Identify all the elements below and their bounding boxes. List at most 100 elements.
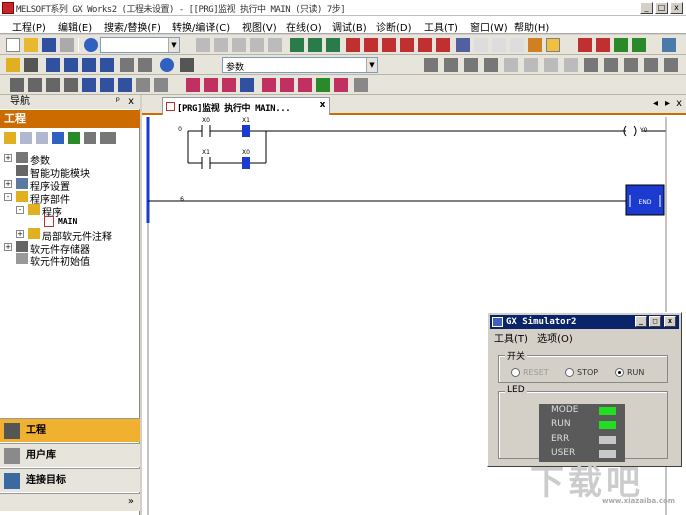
pulse-icon[interactable]	[222, 78, 236, 92]
edge-icon[interactable]	[280, 78, 294, 92]
modify-value-icon[interactable]	[418, 38, 432, 52]
device-test-icon[interactable]	[400, 38, 414, 52]
scroll-right-icon[interactable]: ▸	[665, 98, 670, 109]
verify-plc-icon[interactable]	[326, 38, 340, 52]
maximize-button[interactable]: □	[655, 2, 668, 14]
ladder-symbol-5-icon[interactable]	[504, 58, 518, 72]
ladder-symbol-4-icon[interactable]	[484, 58, 498, 72]
help-icon[interactable]	[84, 38, 98, 52]
menu-convert-compile[interactable]: 转换/编译(C)	[172, 19, 230, 34]
expander-icon[interactable]: +	[16, 230, 24, 238]
radio-button-selected[interactable]	[615, 368, 624, 377]
view-menu-icon[interactable]	[100, 132, 116, 144]
redo-icon[interactable]	[268, 38, 282, 52]
menu-window[interactable]: 窗口(W)	[470, 19, 508, 34]
nav-button-connection[interactable]: 连接目标	[0, 468, 140, 492]
toolbar-combo-2[interactable]: 参数 ▼	[222, 57, 378, 73]
coil-icon[interactable]	[82, 78, 96, 92]
expander-icon[interactable]: -	[4, 193, 12, 201]
chevron-double-right-icon[interactable]: »	[128, 496, 134, 507]
tab-prg-main[interactable]: [PRG]监视 执行中 MAIN... x	[162, 97, 330, 115]
line-icon[interactable]	[118, 78, 132, 92]
expander-icon[interactable]: +	[4, 243, 12, 251]
monitor-stop-icon[interactable]	[364, 38, 378, 52]
contact-nc-icon[interactable]	[28, 78, 42, 92]
vline-icon[interactable]	[136, 78, 150, 92]
note-icon[interactable]	[354, 78, 368, 92]
operation-result-icon[interactable]	[240, 78, 254, 92]
invert-icon[interactable]	[262, 78, 276, 92]
close-button[interactable]: x	[670, 2, 683, 14]
close-button[interactable]: x	[664, 316, 676, 327]
menu-project[interactable]: 工程(P)	[12, 19, 46, 34]
paste-icon[interactable]	[232, 38, 246, 52]
menu-edit[interactable]: 编辑(E)	[58, 19, 92, 34]
program-icon[interactable]	[6, 58, 20, 72]
radio-run[interactable]: RUN	[615, 368, 644, 377]
chevron-down-icon[interactable]: ▼	[366, 58, 377, 72]
edge-2-icon[interactable]	[298, 78, 312, 92]
instruction-icon[interactable]	[100, 78, 114, 92]
menu-view[interactable]: 视图(V)	[242, 19, 277, 34]
new-item-icon[interactable]	[4, 132, 16, 144]
undo-icon[interactable]	[250, 38, 264, 52]
monitor-start-icon[interactable]	[346, 38, 360, 52]
property-icon[interactable]	[52, 132, 64, 144]
scroll-left-icon[interactable]: ◂	[653, 98, 658, 109]
ladder-symbol-12-icon[interactable]	[644, 58, 658, 72]
sim-stop-icon[interactable]	[578, 38, 592, 52]
close-icon[interactable]: x	[320, 100, 326, 110]
watch-icon[interactable]	[436, 38, 450, 52]
paste-item-icon[interactable]	[36, 132, 48, 144]
radio-stop[interactable]: STOP	[565, 368, 598, 377]
ladder-symbol-7-icon[interactable]	[544, 58, 558, 72]
chevron-down-icon[interactable]: ▼	[168, 38, 179, 52]
close-all-icon[interactable]: x	[676, 98, 682, 109]
read-plc-icon[interactable]	[308, 38, 322, 52]
parallel-nc-icon[interactable]	[64, 78, 78, 92]
ladder-symbol-6-icon[interactable]	[524, 58, 538, 72]
dev-icon-2[interactable]	[82, 58, 96, 72]
list-icon[interactable]	[24, 58, 38, 72]
ladder-symbol-8-icon[interactable]	[564, 58, 578, 72]
statement-icon[interactable]	[334, 78, 348, 92]
nav-button-project[interactable]: 工程	[0, 418, 140, 442]
sim-warning-icon[interactable]	[614, 38, 628, 52]
chart-icon[interactable]	[662, 38, 676, 52]
sim-menu-options[interactable]: 选项(O)	[537, 334, 573, 345]
library-icon[interactable]	[180, 58, 194, 72]
dev-icon-1[interactable]	[64, 58, 78, 72]
copy-icon[interactable]	[214, 38, 228, 52]
menu-tools[interactable]: 工具(T)	[424, 19, 458, 34]
sim-run-icon[interactable]	[596, 38, 610, 52]
minimize-button[interactable]: _	[640, 2, 653, 14]
ladder-symbol-13-icon[interactable]	[664, 58, 678, 72]
sequence-icon[interactable]	[528, 38, 542, 52]
print-icon[interactable]	[60, 38, 74, 52]
replace-icon[interactable]	[138, 58, 152, 72]
menu-online[interactable]: 在线(O)	[286, 19, 322, 34]
rising-edge-icon[interactable]	[186, 78, 200, 92]
open-icon[interactable]	[24, 38, 38, 52]
step-icon[interactable]	[456, 38, 470, 52]
radio-button[interactable]	[565, 368, 574, 377]
save-icon[interactable]	[42, 38, 56, 52]
ladder-symbol-3-icon[interactable]	[464, 58, 478, 72]
pin-icon[interactable]: ᵖ	[116, 95, 120, 109]
simulation-icon[interactable]	[546, 38, 560, 52]
dev-icon-3[interactable]	[100, 58, 114, 72]
parallel-no-icon[interactable]	[46, 78, 60, 92]
block-icon[interactable]	[46, 58, 60, 72]
copy-item-icon[interactable]	[20, 132, 32, 144]
close-icon[interactable]: x	[128, 95, 134, 109]
comment-icon[interactable]	[316, 78, 330, 92]
ladder-symbol-9-icon[interactable]	[584, 58, 598, 72]
sim-menu-tools[interactable]: 工具(T)	[494, 334, 528, 345]
cut-icon[interactable]	[196, 38, 210, 52]
new-icon[interactable]	[6, 38, 20, 52]
menu-help[interactable]: 帮助(H)	[514, 19, 549, 34]
nav-button-user-library[interactable]: 用户库	[0, 443, 140, 467]
help-icon-2[interactable]	[160, 58, 174, 72]
menu-search-replace[interactable]: 搜索/替换(F)	[104, 19, 161, 34]
delete-line-icon[interactable]	[154, 78, 168, 92]
